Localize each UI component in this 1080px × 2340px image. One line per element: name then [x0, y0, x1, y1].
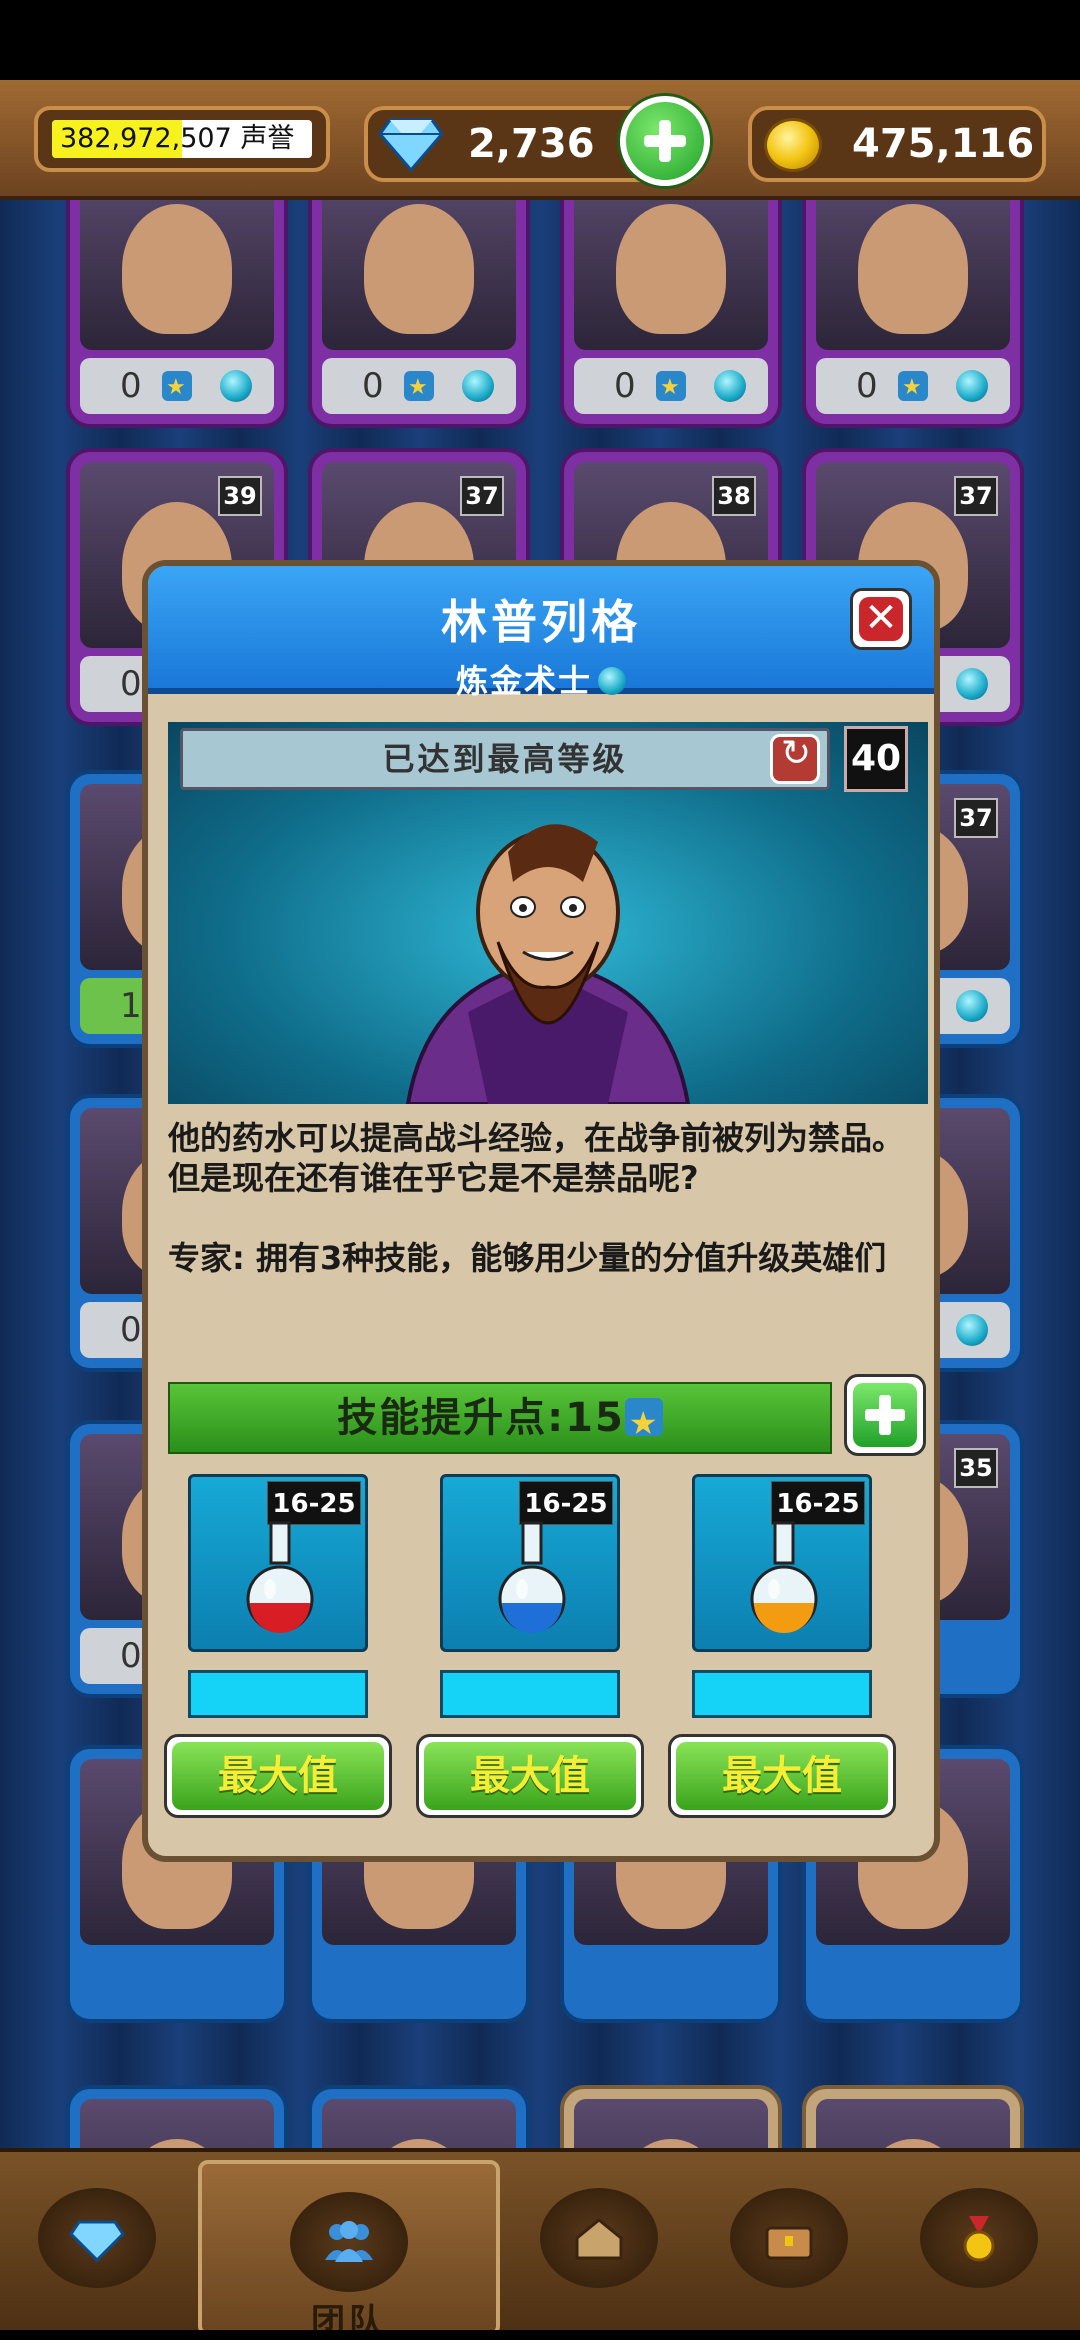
currency-bar: 382,972,507 声誉 2,736 475,116 [0, 80, 1080, 200]
system-nav-bar [0, 2330, 1080, 2340]
orb-icon [956, 668, 988, 700]
hero-card-footer: 0 [574, 358, 768, 416]
orb-icon [714, 370, 746, 402]
diamond-icon [69, 2220, 125, 2263]
team-icon [325, 2221, 373, 2262]
skill-point-count: 0 [120, 1636, 142, 1676]
gold-counter[interactable]: 475,116 [748, 106, 1046, 182]
hero-name: 林普列格 [441, 595, 641, 649]
potion-flask-icon [498, 1521, 566, 1633]
hero-card-footer: 0 [322, 358, 516, 416]
nav-chest[interactable] [698, 2160, 880, 2336]
max-button[interactable]: 最大值 [416, 1734, 644, 1818]
hero-level-badge: 35 [954, 1448, 998, 1488]
potion-progress-bar [692, 1670, 872, 1718]
hero-card-footer: 0 [80, 358, 274, 416]
max-button-label: 最大值 [676, 1742, 888, 1810]
medal-icon [963, 2216, 995, 2262]
reputation-text: 382,972,507 声誉 [60, 123, 295, 154]
gold-coin-icon [764, 118, 822, 172]
orb-icon [462, 370, 494, 402]
nav-team[interactable]: 团队 [198, 2160, 500, 2340]
add-skill-points-button[interactable] [844, 1374, 926, 1456]
orb-icon [956, 370, 988, 402]
potion-flask-icon [750, 1521, 818, 1633]
hero-level-badge: 39 [218, 476, 262, 516]
hero-level-badge: 37 [460, 476, 504, 516]
skill-points-label: 技能提升点: [337, 1395, 566, 1441]
close-button[interactable]: ✕ [850, 588, 912, 650]
max-level-bar: 已达到最高等级 [180, 728, 830, 790]
diamond-icon [378, 118, 444, 172]
hero-level-badge: 38 [712, 476, 756, 516]
potion-skill-slot[interactable]: 16-25 [692, 1474, 872, 1652]
nav-achievements[interactable] [888, 2160, 1070, 2336]
max-button-label: 最大值 [172, 1742, 384, 1810]
max-button-label: 最大值 [424, 1742, 636, 1810]
skill-point-count: 0 [614, 366, 636, 406]
status-bar [0, 0, 1080, 80]
hero-portrait: 已达到最高等级 40 [168, 722, 928, 1104]
potion-skill-slot[interactable]: 16-25 [440, 1474, 620, 1652]
alchemist-portrait [405, 824, 691, 1104]
potion-progress-bar [188, 1670, 368, 1718]
skill-point-count: 0 [120, 664, 142, 704]
description-text: 他的药水可以提高战斗经验，在战争前被列为禁品。但是现在还有谁在乎它是不是禁品呢? [168, 1119, 905, 1197]
orb-icon [956, 990, 988, 1022]
reset-icon[interactable] [770, 733, 820, 784]
star-icon [624, 1389, 663, 1457]
gold-count: 475,116 [852, 121, 1035, 167]
star-icon [404, 360, 434, 416]
orb-icon [956, 1314, 988, 1346]
hero-class: 炼金术士 [148, 656, 934, 702]
hero-description: 他的药水可以提高战斗经验，在战争前被列为禁品。但是现在还有谁在乎它是不是禁品呢?… [168, 1118, 928, 1318]
star-icon [162, 360, 192, 416]
chest-icon [765, 2226, 813, 2260]
skill-point-count: 0 [362, 366, 384, 406]
max-button[interactable]: 最大值 [164, 1734, 392, 1818]
star-icon [656, 360, 686, 416]
skill-point-count: 0 [120, 366, 142, 406]
potion-skill-slot[interactable]: 16-25 [188, 1474, 368, 1652]
bottom-navigation: 团队 [0, 2148, 1080, 2340]
skill-point-count: 0 [120, 1310, 142, 1350]
orb-icon [598, 667, 626, 695]
dialog-header: 林普列格 炼金术士 [148, 566, 934, 700]
nav-buildings[interactable] [508, 2160, 690, 2336]
reputation-box: 382,972,507 声誉 [34, 106, 330, 172]
hero-level: 40 [844, 726, 908, 792]
specialty-text: 专家: 拥有3种技能，能够用少量的分值升级英雄们 [168, 1239, 887, 1277]
hero-level-badge: 37 [954, 476, 998, 516]
skill-point-count: 0 [856, 366, 878, 406]
potion-progress-bar [440, 1670, 620, 1718]
potion-flask-icon [246, 1521, 314, 1633]
max-button[interactable]: 最大值 [668, 1734, 896, 1818]
plus-icon [853, 1383, 917, 1447]
star-icon [898, 360, 928, 416]
house-icon [575, 2218, 623, 2260]
hero-level-badge: 37 [954, 798, 998, 838]
gem-count: 2,736 [468, 121, 595, 167]
nav-shop[interactable] [6, 2160, 188, 2336]
buy-gems-button[interactable] [620, 96, 710, 186]
close-icon: ✕ [859, 597, 903, 641]
max-level-text: 已达到最高等级 [382, 740, 628, 778]
orb-icon [220, 370, 252, 402]
skill-points-bar: 技能提升点:15 [168, 1382, 832, 1457]
hero-detail-dialog: 林普列格 炼金术士 ✕ 已达到最高等级 40 他的药水可以提高战斗经验，在战争前… [142, 560, 940, 1862]
hero-card-footer: 0 [816, 358, 1010, 416]
skill-points-value: 15 [565, 1395, 625, 1441]
